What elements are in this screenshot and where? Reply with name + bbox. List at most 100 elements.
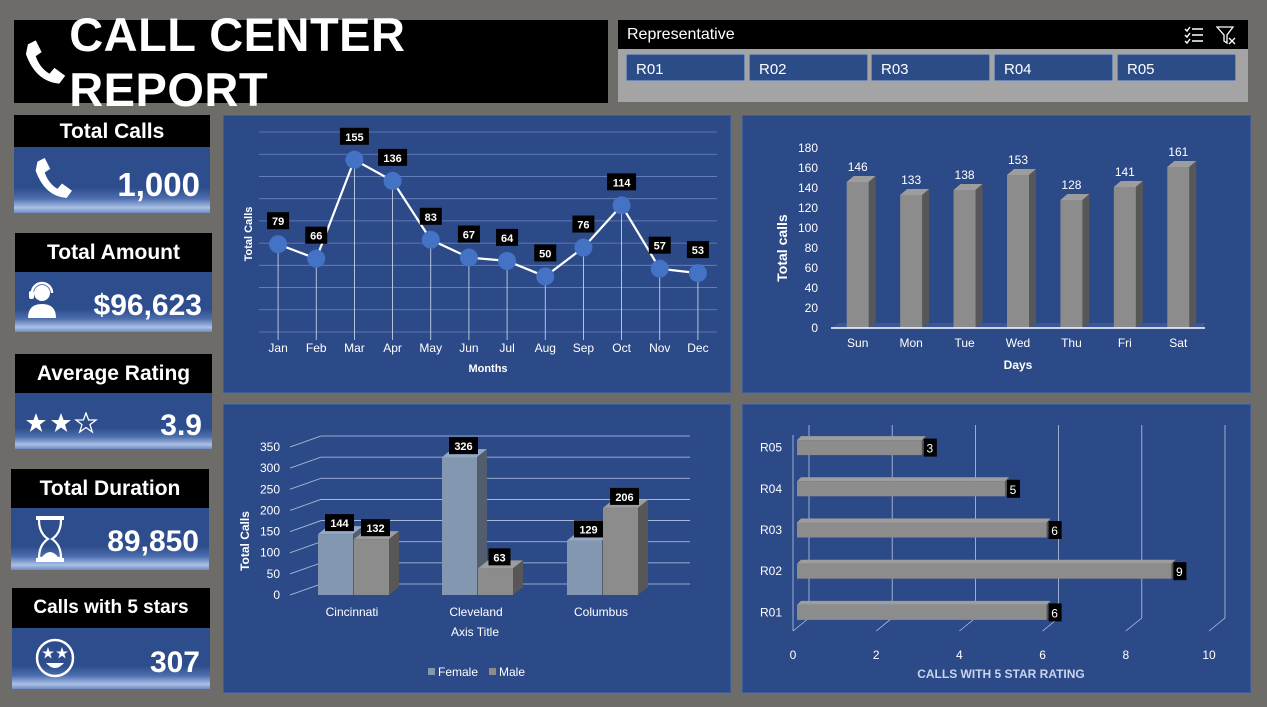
slicer-item-r04[interactable]: R04 bbox=[994, 54, 1113, 81]
kpi-five-star-calls-value: 307 bbox=[149, 646, 200, 679]
svg-text:114: 114 bbox=[613, 177, 632, 189]
data-label-r02: 9 bbox=[1173, 562, 1187, 581]
y-axis-title: Total Calls bbox=[243, 207, 255, 262]
y-tick-label: 80 bbox=[805, 241, 819, 255]
gridline bbox=[1125, 617, 1143, 632]
x-tick-label: 6 bbox=[1039, 648, 1046, 662]
data-label-jun: 67 bbox=[457, 225, 480, 243]
monthly-calls-line-chart: 79 Jan 66 Feb 155 Mar 136 Apr 83 May 67 Jun 64 Jul 50 A… bbox=[243, 127, 717, 375]
x-tick-label: Jan bbox=[268, 341, 287, 355]
gridline bbox=[959, 617, 976, 632]
x-tick-label: Jun bbox=[459, 341, 478, 355]
x-axis-title: CALLS WITH 5 STAR RATING bbox=[917, 667, 1085, 681]
slicer-item-r05[interactable]: R05 bbox=[1117, 54, 1236, 81]
data-label: 153 bbox=[1008, 153, 1028, 167]
data-label-columbus-female: 129 bbox=[574, 520, 603, 538]
y-tick-label: R02 bbox=[760, 564, 782, 578]
x-tick-label: Mar bbox=[344, 341, 365, 355]
slicer-item-r01[interactable]: R01 bbox=[626, 54, 745, 81]
x-tick-label: Aug bbox=[535, 341, 556, 355]
bar-r05 bbox=[797, 436, 926, 456]
data-label-cleveland-female: 326 bbox=[449, 437, 478, 455]
headset-agent-icon bbox=[28, 281, 56, 318]
data-point-may bbox=[421, 230, 440, 249]
data-label: 141 bbox=[1115, 165, 1135, 179]
gridline bbox=[289, 477, 690, 490]
data-point-nov bbox=[650, 259, 669, 278]
slicer-item-r02[interactable]: R02 bbox=[749, 54, 868, 81]
y-axis-title: Total calls bbox=[774, 214, 790, 282]
data-label-columbus-male: 206 bbox=[610, 487, 639, 505]
svg-text:83: 83 bbox=[425, 212, 437, 224]
svg-text:50: 50 bbox=[539, 248, 551, 260]
data-label-jul: 64 bbox=[496, 228, 519, 246]
data-label-mar: 155 bbox=[339, 127, 369, 145]
x-tick-label: Dec bbox=[687, 341, 708, 355]
y-tick-label: 0 bbox=[811, 321, 818, 335]
bar-columbus-male bbox=[603, 499, 648, 595]
x-tick-label: Columbus bbox=[574, 605, 628, 619]
daily-calls-bar-chart: 0 20 40 60 80 100 120 140 160 180 146 Sun 133 Mon 138 T… bbox=[774, 141, 1205, 372]
svg-text:155: 155 bbox=[345, 132, 363, 144]
clear-filter-icon[interactable] bbox=[1216, 25, 1236, 45]
x-tick-label: Cincinnati bbox=[326, 605, 379, 619]
x-tick-label: Mon bbox=[899, 336, 922, 350]
svg-text:64: 64 bbox=[501, 233, 514, 245]
gridline bbox=[1208, 617, 1226, 632]
x-tick-label: May bbox=[419, 341, 442, 355]
hourglass-icon bbox=[36, 516, 64, 562]
kpi-total-duration-value: 89,850 bbox=[107, 525, 199, 558]
x-tick-label: 0 bbox=[790, 648, 797, 662]
kpi-total-amount-label: Total Amount bbox=[15, 233, 212, 272]
y-tick-label: 120 bbox=[798, 201, 818, 215]
kpi-total-amount-card: $96,623 bbox=[15, 272, 212, 332]
svg-text:57: 57 bbox=[654, 241, 666, 253]
data-label-oct: 114 bbox=[607, 173, 637, 191]
legend-swatch-male bbox=[489, 668, 496, 675]
y-tick-label: R05 bbox=[760, 441, 782, 455]
x-tick-label: 8 bbox=[1122, 648, 1129, 662]
bar-fri bbox=[1113, 181, 1143, 328]
x-tick-label: 4 bbox=[956, 648, 963, 662]
data-label: 161 bbox=[1168, 145, 1188, 159]
svg-text:6: 6 bbox=[1051, 524, 1058, 538]
data-label-r04: 5 bbox=[1007, 479, 1020, 498]
x-tick-label: Sat bbox=[1169, 336, 1188, 350]
data-point-jul bbox=[498, 251, 517, 270]
five-star-bar-chart: 0 2 4 6 8 10 6 R01 9 R02 6 R03 5 R04 3 R05 CALLS WITH 5 … bbox=[760, 425, 1226, 681]
bar-cleveland-male bbox=[478, 560, 523, 595]
svg-text:79: 79 bbox=[272, 216, 284, 228]
x-tick-label: Wed bbox=[1006, 336, 1030, 350]
x-tick-label: Fri bbox=[1118, 336, 1132, 350]
x-tick-label: Sun bbox=[847, 336, 868, 350]
x-tick-label: Jul bbox=[499, 341, 514, 355]
x-tick-label: Cleveland bbox=[449, 605, 502, 619]
kpi-total-calls-value: 1,000 bbox=[117, 166, 200, 203]
multi-select-icon[interactable] bbox=[1184, 25, 1204, 45]
kpi-total-amount-value: $96,623 bbox=[93, 289, 202, 322]
x-tick-label: Thu bbox=[1061, 336, 1082, 350]
data-label-aug: 50 bbox=[534, 244, 557, 262]
y-tick-label: 100 bbox=[260, 546, 280, 560]
svg-text:6: 6 bbox=[1051, 606, 1058, 620]
y-tick-label: R01 bbox=[760, 605, 782, 619]
svg-text:129: 129 bbox=[579, 524, 597, 536]
legend-label-female: Female bbox=[438, 665, 478, 679]
gridline bbox=[289, 456, 690, 469]
svg-text:63: 63 bbox=[493, 552, 505, 564]
data-point-apr bbox=[383, 171, 402, 190]
data-point-aug bbox=[536, 267, 555, 286]
bar-r01 bbox=[797, 600, 1051, 620]
bar-tue bbox=[953, 184, 983, 328]
star-eyes-face-icon bbox=[35, 638, 75, 678]
data-point-feb bbox=[307, 249, 326, 268]
data-label-may: 83 bbox=[419, 207, 442, 225]
kpi-total-calls-label: Total Calls bbox=[14, 115, 210, 147]
gridline bbox=[289, 435, 690, 448]
y-tick-label: 250 bbox=[260, 482, 280, 496]
gridline bbox=[792, 617, 810, 632]
slicer-item-r03[interactable]: R03 bbox=[871, 54, 990, 81]
x-tick-label: 2 bbox=[873, 648, 880, 662]
data-point-dec bbox=[688, 264, 707, 283]
five-star-panel: 0 2 4 6 8 10 6 R01 9 R02 6 R03 5 R04 3 R05 CALLS WITH 5 … bbox=[742, 404, 1251, 693]
